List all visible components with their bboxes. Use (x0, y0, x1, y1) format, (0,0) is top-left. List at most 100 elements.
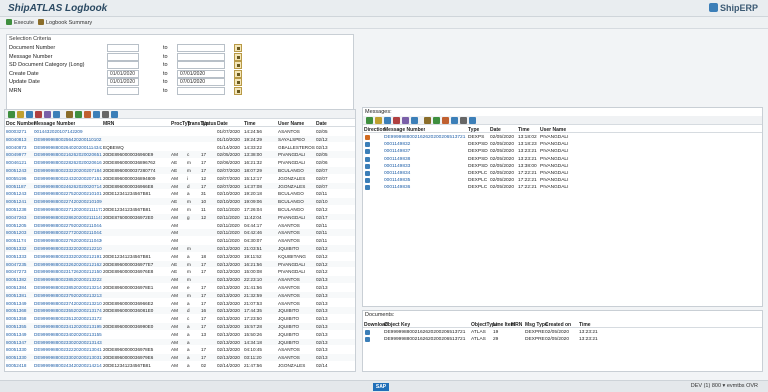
criteria-from-field[interactable] (107, 87, 139, 95)
table-cell[interactable]: 80051330 (6, 347, 33, 352)
table-row[interactable]: 80051330DE999998800232220200213041095520… (5, 346, 355, 353)
toolbar-button-icon[interactable] (8, 111, 15, 118)
column-header[interactable]: Object Key (384, 322, 410, 328)
criteria-from-field[interactable]: 01/01/2020 (107, 78, 139, 87)
toolbar-button-icon[interactable] (460, 117, 467, 124)
multiple-selection-icon[interactable] (234, 61, 242, 70)
table-cell[interactable]: 80047263 (6, 215, 33, 220)
table-cell[interactable]: 80051330 (6, 355, 33, 360)
table-cell[interactable]: DE9999988002333202002121911276 (34, 254, 102, 259)
multiple-selection-icon[interactable] (234, 78, 242, 87)
criteria-to-field[interactable] (177, 44, 225, 52)
column-header[interactable]: Created on (545, 322, 571, 328)
table-cell[interactable]: DE9999988002341202002131957283 (34, 324, 102, 329)
table-cell[interactable]: DE9999988002279202002110444177 (34, 223, 102, 228)
table-cell[interactable]: 80051332 (6, 246, 33, 251)
table-cell[interactable]: DE9999988002330202002130311142 (34, 355, 102, 360)
message-row[interactable]: 0001149835 DEXPLC 02/05/2020 17:22:21 PIVANG… (363, 177, 762, 184)
table-row[interactable]: 80051243DE999998800233220200207184978420… (5, 167, 355, 174)
table-row[interactable]: 80051243DE999998800227520200210101020820… (5, 190, 355, 197)
table-cell[interactable]: 80040873 (6, 145, 33, 150)
toolbar-button-icon[interactable] (17, 111, 24, 118)
message-row[interactable]: 0001149832 DEXPSD 02/05/2020 13:18:23 PIVANG… (363, 141, 762, 148)
column-header[interactable]: User Name (278, 121, 304, 127)
table-cell[interactable]: DE9999988002326202002121621544 (34, 262, 102, 267)
table-row[interactable]: 80046121DE999998800228262020020616210720… (5, 159, 355, 166)
table-cell[interactable]: 80051382 (6, 277, 33, 282)
column-header[interactable]: Type (468, 127, 479, 133)
column-header[interactable]: MRN (511, 322, 522, 328)
table-row[interactable]: 80051333DE999998800233320200212191127620… (5, 253, 355, 260)
table-cell[interactable]: DE9999988002274202002101090857 (34, 199, 102, 204)
table-cell[interactable]: DE9999988002355202002131744358 (34, 308, 102, 313)
table-cell[interactable]: 80040813 (6, 137, 33, 142)
criteria-to-field[interactable]: 07/01/2020 (177, 69, 225, 78)
table-row[interactable]: 80051349DE9999988002340202002131556508 AM… (5, 331, 355, 338)
message-cell[interactable]: 0001149834 (384, 171, 410, 176)
criteria-to-field[interactable] (177, 52, 225, 61)
table-cell[interactable]: DE9999988002276202002110430073 (34, 238, 102, 243)
table-row[interactable]: 80051349DE999998800237420200213210705620… (5, 300, 355, 307)
criteria-from-field[interactable] (107, 61, 139, 70)
criteria-from-field[interactable]: 01/01/2020 (107, 69, 139, 78)
message-row[interactable]: 0001149837 DEXPSD 02/05/2020 13:23:21 PIVANG… (363, 148, 762, 155)
message-cell[interactable]: 0001149835 (384, 178, 410, 183)
toolbar-button-icon[interactable] (451, 117, 458, 124)
toolbar-button-icon[interactable] (393, 117, 400, 124)
table-cell[interactable]: 80051384 (6, 285, 33, 290)
message-row[interactable]: 0001149836 DEXPLC 02/05/2020 17:22:21 PIVANG… (363, 184, 762, 191)
table-cell[interactable]: DE9999988002277202002110442463 (34, 230, 102, 235)
toolbar-button-icon[interactable] (75, 111, 82, 118)
table-cell[interactable]: 80051368 (6, 308, 33, 313)
message-row[interactable]: 0001149834 DEXPLC 02/05/2020 17:22:21 PIVANG… (363, 170, 762, 177)
toolbar-button-icon[interactable] (433, 117, 440, 124)
table-cell[interactable]: DE9999988002462620200207143635 (34, 184, 102, 189)
multiple-selection-icon[interactable] (234, 69, 242, 78)
table-row[interactable]: 80051330DE999998800233020200213031114220… (5, 354, 355, 361)
toolbar-button-icon[interactable] (44, 111, 51, 118)
table-row[interactable]: 80055196DE999998800224320200207151142720… (5, 175, 355, 182)
column-header[interactable]: Doc Number (6, 121, 36, 127)
table-cell[interactable]: DE9999988002275202002101010208 (34, 191, 102, 196)
multiple-selection-icon[interactable] (234, 87, 242, 95)
column-header[interactable]: Date (217, 121, 228, 127)
toolbar-button-icon[interactable] (469, 117, 476, 124)
message-cell[interactable]: 0001149836 (384, 185, 410, 190)
download-icon[interactable] (365, 330, 370, 335)
column-header[interactable]: Message Number (34, 121, 75, 127)
table-cell[interactable]: DE9999988002330202002131434188 (34, 340, 102, 345)
execute-button[interactable]: Execute (6, 18, 34, 28)
table-cell[interactable]: 80047273 (6, 269, 33, 274)
table-cell[interactable]: DE9999988002564202001101021601 (34, 137, 102, 142)
table-cell[interactable]: DE9999988002340202002131556508 (34, 332, 102, 337)
table-row[interactable]: 80040813DE9999988002564202001101021601 01… (5, 135, 355, 143)
table-cell[interactable]: 80047235 (6, 262, 33, 267)
toolbar-button-icon[interactable] (84, 111, 91, 118)
table-cell[interactable]: 80051355 (6, 324, 33, 329)
table-cell[interactable]: 80051241 (6, 199, 33, 204)
table-cell[interactable]: DE9999988002271202002111172552 (34, 207, 102, 212)
criteria-to-field[interactable] (177, 61, 225, 70)
column-header[interactable]: MRN (103, 121, 114, 127)
table-row[interactable]: 80051347DE9999988002330202002131434188 AM… (5, 338, 355, 346)
toolbar-button-icon[interactable] (93, 111, 100, 118)
column-header[interactable]: Date (490, 127, 501, 133)
table-cell[interactable]: 80055196 (6, 176, 33, 181)
table-cell[interactable]: DE9999988002322202002130410955 (34, 347, 102, 352)
table-cell[interactable]: 80051238 (6, 207, 33, 212)
download-icon[interactable] (365, 337, 370, 343)
table-row[interactable]: 80051332DE9999988002332202002122103200 AM… (5, 245, 355, 252)
criteria-to-field[interactable]: 07/01/2020 (177, 78, 225, 87)
message-cell[interactable]: 0001149838 (384, 157, 410, 162)
message-row[interactable]: 0001149833 DEXPSD 02/05/2020 13:38:00 PIVANG… (363, 163, 762, 170)
table-row[interactable]: 80047235DE999998800232620200212162154420… (5, 260, 355, 268)
table-cell[interactable]: 80051243 (6, 168, 33, 173)
table-cell[interactable]: DE9999988002379202002132132182 (34, 293, 102, 298)
table-row[interactable]: 80047263DE999998800228620200211114142620… (5, 213, 355, 221)
table-row[interactable]: 80051384DE999998800238520200213214156520… (5, 284, 355, 291)
table-cell[interactable]: 80046121 (6, 160, 33, 165)
table-cell[interactable]: 80051203 (6, 230, 33, 235)
table-cell[interactable]: 0014432020107142209 (34, 129, 102, 134)
table-row[interactable]: 80051241DE9999988002274202002101090857 AE… (5, 198, 355, 205)
table-row[interactable]: 80051368DE999998800235520200213174435820… (5, 307, 355, 314)
